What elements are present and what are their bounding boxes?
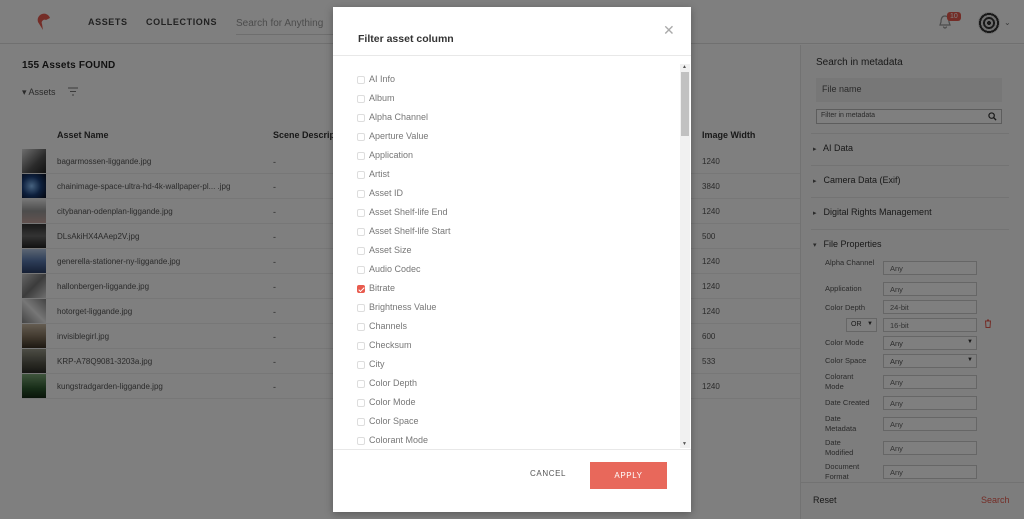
column-option-label: City <box>369 359 385 369</box>
column-option-label: Aperture Value <box>369 131 429 141</box>
scrollbar[interactable]: ▲ ▼ <box>680 64 690 448</box>
column-option-label: Alpha Channel <box>369 112 429 122</box>
checkbox[interactable] <box>357 209 365 217</box>
column-option-label: Asset Size <box>369 245 412 255</box>
checkbox[interactable] <box>357 133 365 141</box>
column-option-label: Bitrate <box>369 283 396 293</box>
checkbox[interactable] <box>357 95 365 103</box>
column-option-label: AI Info <box>369 74 396 84</box>
cancel-button[interactable]: CANCEL <box>530 469 566 478</box>
apply-button[interactable]: APPLY <box>590 462 667 489</box>
checkbox[interactable] <box>357 323 365 331</box>
close-icon[interactable]: ✕ <box>663 22 675 39</box>
checkbox[interactable] <box>357 76 365 84</box>
dialog-title: Filter asset column <box>358 33 454 45</box>
checkbox[interactable] <box>357 304 365 312</box>
filter-asset-column-dialog: Filter asset column ✕ AI Info Album Alpha … <box>333 7 691 512</box>
column-option-label: Application <box>369 150 414 160</box>
checkbox-checked[interactable] <box>357 285 365 293</box>
column-option-label: Color Depth <box>369 378 418 388</box>
column-option-label: Asset Shelf-life End <box>369 207 448 217</box>
column-option-label: Asset Shelf-life Start <box>369 226 451 236</box>
checkbox[interactable] <box>357 380 365 388</box>
column-option-label: Audio Codec <box>369 264 421 274</box>
column-option-label: Colorant Mode <box>369 435 429 445</box>
column-option-label: Album <box>369 93 395 103</box>
column-option-label: Checksum <box>369 340 412 350</box>
column-option-label: Channels <box>369 321 408 331</box>
checkbox[interactable] <box>357 228 365 236</box>
column-option-label: Color Space <box>369 416 419 426</box>
checkbox[interactable] <box>357 247 365 255</box>
checkbox[interactable] <box>357 399 365 407</box>
column-option-label: Artist <box>369 169 390 179</box>
scrollbar-thumb[interactable] <box>681 72 689 136</box>
column-option-label: Asset ID <box>369 188 404 198</box>
checkbox[interactable] <box>357 342 365 350</box>
checkbox[interactable] <box>357 361 365 369</box>
checkbox[interactable] <box>357 171 365 179</box>
checkbox[interactable] <box>357 190 365 198</box>
checkbox[interactable] <box>357 152 365 160</box>
scroll-down-icon[interactable]: ▼ <box>682 441 687 447</box>
divider <box>333 55 691 56</box>
checkbox[interactable] <box>357 437 365 445</box>
checkbox[interactable] <box>357 418 365 426</box>
scroll-up-icon[interactable]: ▲ <box>682 64 687 70</box>
column-option-label: Color Mode <box>369 397 416 407</box>
column-option-list: AI Info Album Alpha Channel Aperture Value A… <box>333 64 681 448</box>
column-option-label: Brightness Value <box>369 302 437 312</box>
divider <box>333 449 691 450</box>
checkbox[interactable] <box>357 266 365 274</box>
checkbox[interactable] <box>357 114 365 122</box>
